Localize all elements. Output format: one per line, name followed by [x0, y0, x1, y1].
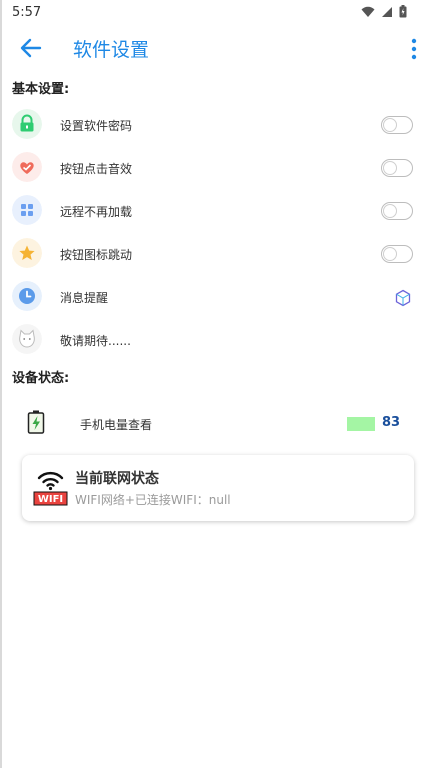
- back-arrow-icon[interactable]: [18, 36, 44, 60]
- setting-row-password: 设置软件密码: [0, 105, 433, 145]
- toggle-knob: [383, 161, 397, 175]
- battery-label: 手机电量查看: [80, 418, 153, 432]
- lock-icon: [12, 109, 42, 139]
- status-time: 5:57: [12, 5, 42, 20]
- battery-value: 83: [382, 415, 401, 430]
- setting-label: 按钮图标跳动: [60, 248, 133, 262]
- heart-icon: [12, 152, 42, 182]
- setting-row-click-sound: 按钮点击音效: [0, 148, 433, 188]
- icon-bounce-toggle[interactable]: [381, 245, 413, 263]
- wifi-signal-icon: [361, 6, 375, 17]
- setting-label: 按钮点击音效: [60, 162, 133, 176]
- toggle-knob: [383, 247, 397, 261]
- battery-level-bar: [347, 417, 375, 431]
- cell-signal-icon: [382, 6, 392, 17]
- grid-icon: [12, 195, 42, 225]
- wifi-status-card[interactable]: WIFI 当前联网状态 WIFI网络+已连接WIFI：null: [22, 455, 414, 521]
- setting-row-notification[interactable]: 消息提醒: [0, 277, 433, 317]
- wifi-icon: WIFI: [33, 471, 68, 506]
- toggle-knob: [383, 204, 397, 218]
- setting-row-icon-bounce: 按钮图标跳动: [0, 234, 433, 274]
- wifi-badge-text: WIFI: [38, 494, 63, 505]
- hexagon-icon[interactable]: [394, 289, 412, 307]
- setting-label: 远程不再加载: [60, 205, 133, 219]
- remote-load-toggle[interactable]: [381, 202, 413, 220]
- battery-status-icon: [399, 5, 407, 18]
- toggle-knob: [383, 118, 397, 132]
- status-icons: [361, 5, 407, 18]
- setting-label: 消息提醒: [60, 291, 109, 305]
- app-bar: 软件设置: [0, 26, 433, 70]
- star-icon: [12, 238, 42, 268]
- section-title-basic: 基本设置:: [12, 82, 70, 97]
- page-title: 软件设置: [73, 39, 150, 61]
- setting-label: 敬请期待......: [60, 334, 131, 348]
- wifi-card-title: 当前联网状态: [75, 471, 159, 487]
- clock-icon: [12, 281, 42, 311]
- password-toggle[interactable]: [381, 116, 413, 134]
- setting-label: 设置软件密码: [60, 119, 133, 133]
- status-bar: 5:57: [0, 0, 433, 26]
- battery-row[interactable]: 手机电量查看 83: [0, 404, 433, 444]
- cat-icon: [12, 324, 42, 354]
- battery-icon: [27, 410, 45, 434]
- wifi-card-detail: WIFI网络+已连接WIFI：null: [75, 493, 231, 507]
- click-sound-toggle[interactable]: [381, 159, 413, 177]
- more-options-icon[interactable]: [409, 38, 419, 60]
- setting-row-coming-soon: 敬请期待......: [0, 320, 433, 360]
- setting-row-remote-load: 远程不再加载: [0, 191, 433, 231]
- section-title-device: 设备状态:: [12, 371, 70, 386]
